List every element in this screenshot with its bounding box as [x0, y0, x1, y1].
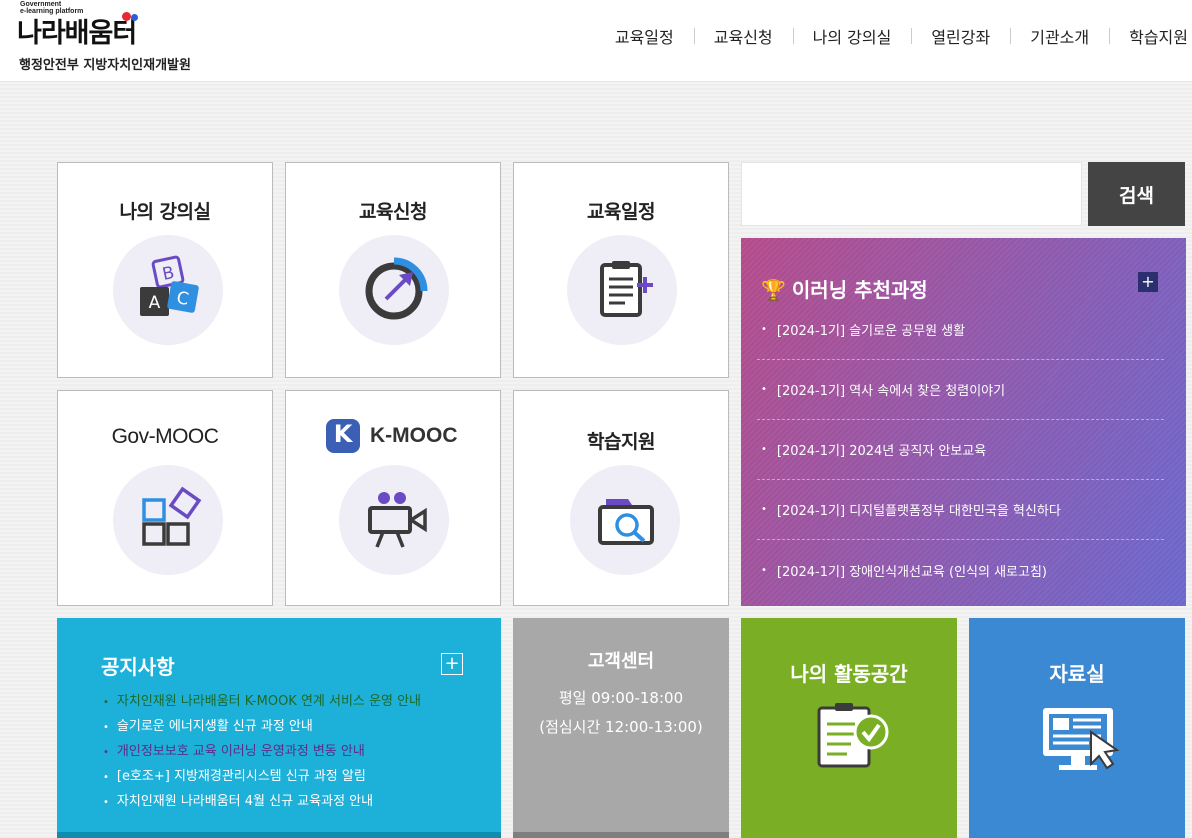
list-item[interactable]: 자치인재원 나라배움터 4월 신규 교육과정 안내 [103, 790, 421, 815]
notice-panel: 공지사항 + 자치인재원 나라배움터 K-MOOK 연계 서비스 운영 안내 슬… [57, 618, 501, 838]
progress-arrow-icon [339, 235, 449, 345]
notice-list: 자치인재원 나라배움터 K-MOOK 연계 서비스 운영 안내 슬기로운 에너지… [103, 690, 421, 815]
nav-item-about[interactable]: 기관소개 [1010, 24, 1109, 48]
recommended-title: 🏆 이러닝 추천과정 [761, 278, 928, 302]
clipboard-add-icon [567, 235, 677, 345]
main-nav: 교육일정 교육신청 나의 강의실 열린강좌 기관소개 학습지원 [595, 24, 1192, 48]
tile-title: 교육일정 [587, 201, 655, 223]
tile-course-schedule[interactable]: 교육일정 [513, 162, 729, 378]
list-item[interactable]: [2024-1기] 슬기로운 공무원 생활 [757, 300, 1164, 360]
tile-k-mooc[interactable]: K K-MOOC [285, 390, 501, 606]
logo-red-dot [122, 12, 131, 21]
notice-title: 공지사항 [101, 655, 175, 679]
monitor-click-icon [1039, 702, 1129, 786]
my-activity-title: 나의 활동공간 [790, 662, 908, 686]
list-item[interactable]: 슬기로운 에너지생활 신규 과정 안내 [103, 715, 421, 740]
list-item[interactable]: [2024-1기] 장애인식개선교육 (인식의 새로고침) [757, 540, 1164, 600]
list-item[interactable]: [2024-1기] 2024년 공직자 안보교육 [757, 420, 1164, 480]
tile-my-classroom[interactable]: 나의 강의실 B A C [57, 162, 273, 378]
list-item[interactable]: 개인정보보호 교육 이러닝 운영과정 변동 안내 [103, 740, 421, 765]
list-item[interactable]: [2024-1기] 역사 속에서 찾은 청렴이야기 [757, 360, 1164, 420]
search-input[interactable] [741, 162, 1082, 226]
logo-subtitle: 행정안전부 지방자치인재개발원 [19, 58, 191, 73]
video-camera-icon [339, 465, 449, 575]
tile-title: 학습지원 [587, 431, 655, 453]
customer-center-panel: 고객센터 평일 09:00-18:00 (점심시간 12:00-13:00) [513, 618, 729, 838]
tile-title: 나의 강의실 [119, 201, 211, 223]
tile-gov-mooc[interactable]: Gov-MOOC [57, 390, 273, 606]
trophy-icon: 🏆 [761, 278, 786, 302]
tile-title: Gov-MOOC [111, 425, 219, 448]
squares-icon [113, 465, 223, 575]
site-header: Government e-learning platform 나라배움터 행정안… [0, 0, 1192, 82]
site-logo[interactable]: 나라배움터 [17, 11, 137, 50]
svg-text:A: A [149, 293, 161, 313]
list-item[interactable]: [e호조+] 지방재경관리시스템 신규 과정 알림 [103, 765, 421, 790]
archive-button[interactable]: 자료실 [969, 618, 1185, 838]
customer-center-title: 고객센터 [587, 651, 655, 672]
recommended-courses-panel: 🏆이러닝 추천과정 + [2024-1기] 슬기로운 공무원 생활 [2024-… [741, 238, 1186, 606]
list-item[interactable]: [2024-1기] 디지털플랫폼정부 대한민국을 혁신하다 [757, 480, 1164, 540]
search-button[interactable]: 검색 [1088, 162, 1185, 226]
tile-course-apply[interactable]: 교육신청 [285, 162, 501, 378]
checklist-icon [811, 702, 901, 776]
nav-item-learning-support[interactable]: 학습지원 [1109, 24, 1192, 48]
nav-item-apply[interactable]: 교육신청 [693, 24, 793, 48]
tile-learning-support[interactable]: 학습지원 [513, 390, 729, 606]
tile-title: K-MOOC [370, 424, 458, 447]
nav-item-my-classroom[interactable]: 나의 강의실 [792, 24, 912, 48]
customer-center-lunch: (점심시간 12:00-13:00) [539, 718, 703, 736]
k-mooc-logo-icon: K [326, 419, 360, 453]
recommended-more-button[interactable]: + [1138, 272, 1158, 292]
notice-more-button[interactable]: + [441, 653, 463, 675]
nav-item-open-lectures[interactable]: 열린강좌 [911, 24, 1010, 48]
folder-search-icon [570, 465, 680, 575]
logo-blue-dot [131, 14, 138, 21]
tile-title: 교육신청 [359, 201, 427, 223]
my-activity-button[interactable]: 나의 활동공간 [741, 618, 957, 838]
list-item[interactable]: 자치인재원 나라배움터 K-MOOK 연계 서비스 운영 안내 [103, 690, 421, 715]
customer-center-hours: 평일 09:00-18:00 [558, 689, 684, 707]
recommended-list: [2024-1기] 슬기로운 공무원 생활 [2024-1기] 역사 속에서 찾… [757, 300, 1164, 600]
abc-blocks-icon: B A C [113, 235, 223, 345]
archive-title: 자료실 [1049, 662, 1105, 686]
nav-item-schedule[interactable]: 교육일정 [595, 24, 694, 48]
